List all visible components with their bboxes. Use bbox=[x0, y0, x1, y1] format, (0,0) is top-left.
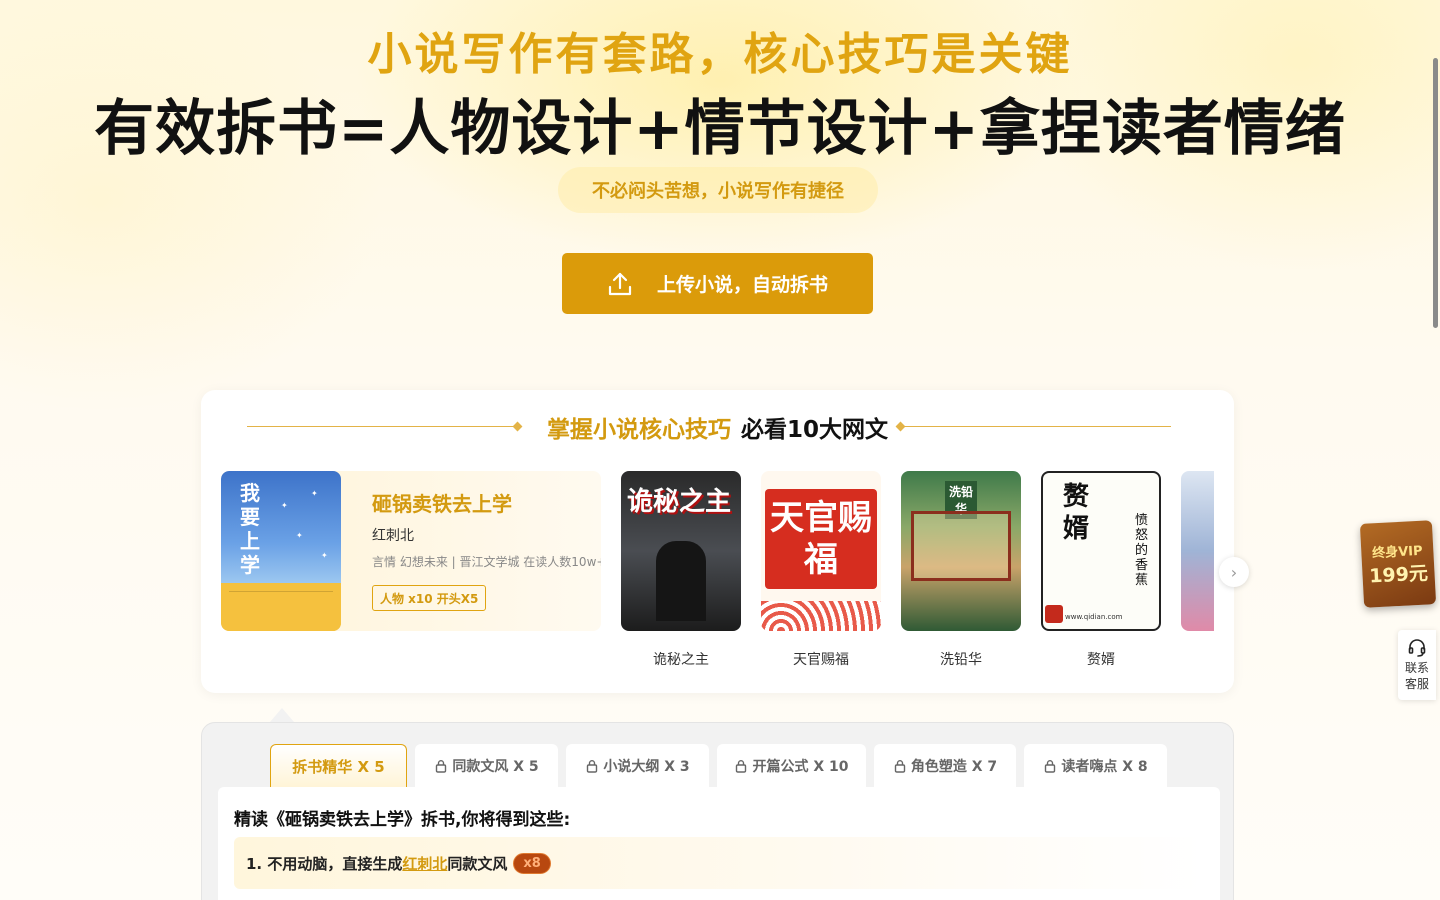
book-name[interactable]: 洗铅华 bbox=[901, 649, 1021, 669]
featured-cover-title: 我要上学 bbox=[240, 481, 260, 577]
customer-service-button[interactable]: 联系客服 bbox=[1398, 630, 1436, 700]
lock-icon bbox=[1045, 760, 1056, 773]
lifetime-vip-promo[interactable]: 终身VIP 199元 bbox=[1359, 520, 1437, 608]
recommended-books-panel: 掌握小说核心技巧 必看10大网文 ✦ ✦ ✦ ✦ 我要上学 砸锅卖铁去上学 红刺… bbox=[201, 390, 1249, 693]
content-heading: 精读《砸锅卖铁去上学》拆书,你将得到这些: bbox=[234, 810, 571, 830]
benefit-row: 1. 不用动脑，直接生成 红刺北 同款文风 x8 bbox=[234, 837, 1204, 889]
featured-book-title[interactable]: 砸锅卖铁去上学 bbox=[372, 488, 512, 517]
lock-icon bbox=[436, 760, 447, 773]
lock-icon bbox=[736, 760, 747, 773]
benefit-text: 1. 不用动脑，直接生成 bbox=[246, 854, 403, 873]
book-item[interactable]: 洗铅华 洗铅华 bbox=[901, 471, 1021, 669]
tab-label: 读者嗨点 X 8 bbox=[1061, 759, 1148, 775]
book-cover-url: www.qidian.com bbox=[1065, 613, 1123, 621]
book-name[interactable]: 赘婿 bbox=[1041, 649, 1161, 669]
tab-label: 拆书精华 X 5 bbox=[292, 758, 385, 776]
headset-icon bbox=[1408, 639, 1426, 657]
chevron-right-icon: › bbox=[1230, 562, 1238, 582]
tab-label: 小说大纲 X 3 bbox=[603, 759, 690, 775]
tab-outline[interactable]: 小说大纲 X 3 bbox=[566, 744, 709, 788]
service-label: 联系客服 bbox=[1404, 661, 1429, 691]
book-cover bbox=[1181, 471, 1214, 631]
upload-icon bbox=[608, 272, 632, 295]
lock-icon bbox=[587, 760, 598, 773]
hero-headline-main: 有效拆书=人物设计+情节设计+拿捏读者情绪 bbox=[94, 94, 1346, 164]
book-cover: 诡秘之主 bbox=[621, 471, 741, 631]
book-name[interactable]: 无 bbox=[1181, 649, 1214, 669]
upload-button-label: 上传小说，自动拆书 bbox=[656, 274, 828, 296]
hero-headline-gold: 小说写作有套路，核心技巧是关键 bbox=[367, 29, 1073, 80]
book-item[interactable]: 诡秘之主 诡秘之主 bbox=[621, 471, 741, 669]
hero-subtitle-pill: 不必闷头苦想，小说写作有捷径 bbox=[558, 167, 878, 213]
book-name[interactable]: 诡秘之主 bbox=[621, 649, 741, 669]
tab-label: 角色塑造 X 7 bbox=[910, 759, 998, 775]
book-cover-author: 愤怒的香蕉 bbox=[1135, 513, 1149, 588]
count-badge: x8 bbox=[513, 852, 551, 874]
featured-book-card[interactable]: ✦ ✦ ✦ ✦ 我要上学 砸锅卖铁去上学 红刺北 言情 幻想未来 | 晋江文学城… bbox=[221, 471, 601, 631]
book-cover-title: 赘婿 bbox=[1063, 482, 1090, 544]
featured-book-tag: 人物 x10 开头X5 bbox=[372, 585, 487, 611]
tab-pointer bbox=[270, 708, 294, 722]
vip-price: 199元 bbox=[1368, 562, 1429, 588]
featured-book-meta: 言情 幻想未来 | 晋江文学城 在读人数10w+ bbox=[372, 555, 601, 569]
book-cover: 赘婿 愤怒的香蕉 www.qidian.com bbox=[1041, 471, 1161, 631]
book-cover: 洗铅华 bbox=[901, 471, 1021, 631]
book-cover-title: 诡秘之主 bbox=[627, 487, 732, 517]
book-cover: 天官赐福 bbox=[761, 471, 881, 631]
benefit-suffix: 同款文风 bbox=[447, 854, 508, 873]
upload-novel-button[interactable]: 上传小说，自动拆书 bbox=[562, 253, 873, 314]
tab-label: 开篇公式 X 10 bbox=[752, 759, 849, 775]
tab-essence[interactable]: 拆书精华 X 5 bbox=[270, 744, 407, 788]
tab-label: 同款文风 X 5 bbox=[452, 759, 539, 775]
book-details-panel: 拆书精华 X 5 同款文风 X 5 小说大纲 X 3 开篇公式 X 10 角色塑… bbox=[201, 722, 1234, 900]
lock-icon bbox=[894, 760, 906, 773]
book-item[interactable]: 天官赐福 天官赐福 bbox=[761, 471, 881, 669]
tab-opening-formula[interactable]: 开篇公式 X 10 bbox=[717, 744, 866, 788]
author-link[interactable]: 红刺北 bbox=[402, 853, 447, 874]
tab-reader-highlights[interactable]: 读者嗨点 X 8 bbox=[1024, 744, 1167, 788]
book-item[interactable]: 赘婿 愤怒的香蕉 www.qidian.com 赘婿 bbox=[1041, 471, 1161, 669]
carousel-next-button[interactable]: › bbox=[1219, 557, 1249, 587]
featured-book-author: 红刺北 bbox=[372, 528, 414, 544]
tab-content-card: 精读《砸锅卖铁去上学》拆书,你将得到这些: 1. 不用动脑，直接生成 红刺北 同… bbox=[218, 787, 1220, 900]
featured-book-cover: ✦ ✦ ✦ ✦ 我要上学 bbox=[221, 471, 341, 631]
book-item[interactable]: 无 bbox=[1181, 471, 1214, 669]
book-name[interactable]: 天官赐福 bbox=[761, 649, 881, 669]
tab-same-style[interactable]: 同款文风 X 5 bbox=[415, 744, 558, 788]
tab-character[interactable]: 角色塑造 X 7 bbox=[874, 744, 1016, 788]
book-cover-title: 天官赐福 bbox=[770, 498, 872, 580]
